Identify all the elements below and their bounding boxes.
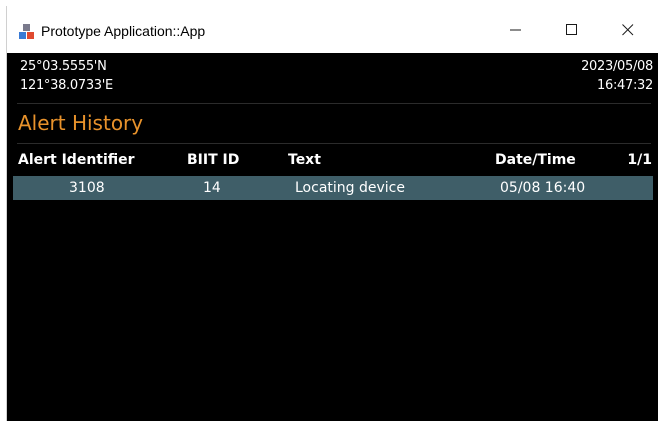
longitude-readout: 121°38.0733'E <box>20 78 113 93</box>
app-window: Prototype Application::App 25°03.5555'N … <box>6 6 658 421</box>
table-row[interactable]: 3108 14 Locating device 05/08 16:40 <box>13 176 653 200</box>
alert-history-panel: 25°03.5555'N 121°38.0733'E 2023/05/08 16… <box>7 53 658 421</box>
column-header-text: Text <box>288 152 321 168</box>
date-readout: 2023/05/08 <box>581 59 653 74</box>
window-title: Prototype Application::App <box>41 23 206 39</box>
title-bar[interactable]: Prototype Application::App <box>7 6 658 53</box>
cell-biit-id: 14 <box>203 180 221 196</box>
minimize-icon <box>510 29 521 30</box>
latitude-readout: 25°03.5555'N <box>20 59 107 74</box>
app-grid-icon <box>19 24 34 39</box>
header-divider <box>17 103 651 104</box>
minimize-button[interactable] <box>493 6 539 53</box>
close-button[interactable] <box>605 6 651 53</box>
maximize-icon <box>566 23 577 35</box>
cell-date-time: 05/08 16:40 <box>500 180 586 196</box>
close-icon <box>622 23 634 35</box>
page-title: Alert History <box>18 111 144 135</box>
cell-text: Locating device <box>295 180 405 196</box>
time-readout: 16:47:32 <box>597 78 653 93</box>
column-header-biit-id: BIIT ID <box>187 152 240 168</box>
column-header-alert-identifier: Alert Identifier <box>18 152 135 168</box>
maximize-button[interactable] <box>549 6 595 53</box>
title-divider <box>17 143 651 144</box>
cell-alert-identifier: 3108 <box>69 180 105 196</box>
page-indicator: 1/1 <box>627 152 652 168</box>
column-header-date-time: Date/Time <box>495 152 576 168</box>
